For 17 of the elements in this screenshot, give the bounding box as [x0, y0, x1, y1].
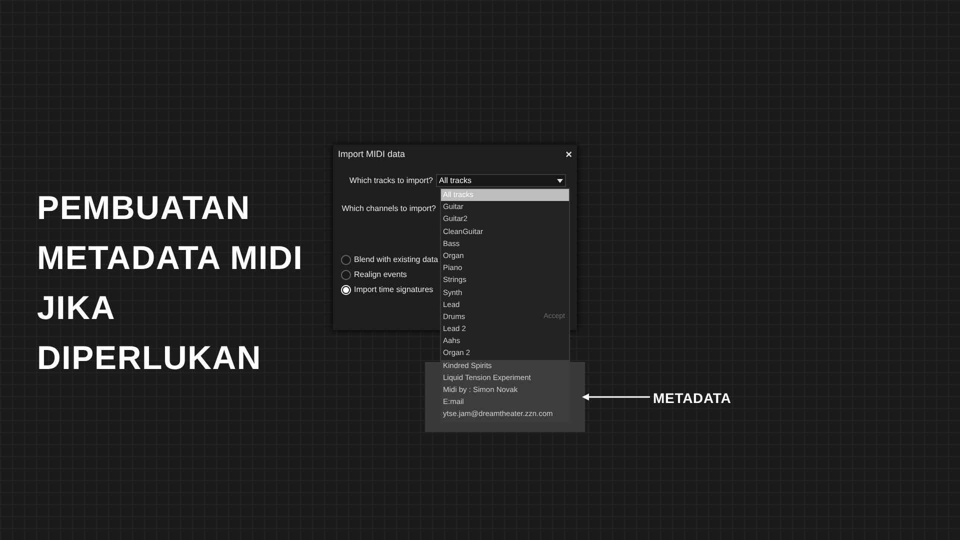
slide-heading-line: DIPERLUKAN [37, 338, 263, 378]
annotation-label: METADATA [653, 389, 732, 408]
radio-button[interactable] [341, 255, 351, 265]
tracks-label: Which tracks to import? [348, 174, 434, 186]
slide-heading-line: JIKA [37, 288, 116, 328]
arrow [582, 393, 650, 401]
caret-icon [557, 178, 563, 182]
tracks-dropdown[interactable]: All tracks [436, 174, 566, 187]
slide-heading-line: PEMBUATAN [37, 188, 252, 228]
radio-button[interactable] [341, 270, 351, 280]
option-label: Import time signatures [354, 284, 434, 296]
dialog-title: Import MIDI data [338, 148, 406, 162]
slide-heading-line: METADATA MIDI [37, 238, 304, 278]
option-label: Realign events [354, 269, 407, 281]
channels-label: Which channels to import? [340, 203, 437, 215]
option-label: Blend with existing data [354, 254, 438, 266]
close-button[interactable]: × [566, 150, 572, 160]
